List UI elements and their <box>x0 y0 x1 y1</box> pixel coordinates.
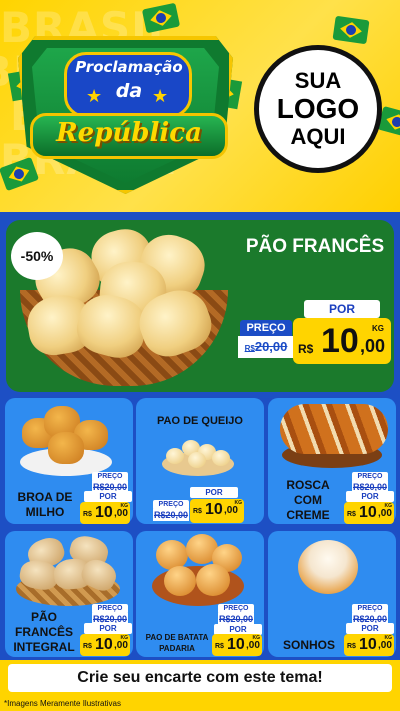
featured-product-name: PÃO FRANCÊS <box>245 236 385 257</box>
sonho-photo <box>298 540 358 594</box>
title-line-1: Proclamação <box>75 58 183 76</box>
por-label: POR <box>346 623 394 634</box>
star-icon: ★ <box>86 86 103 107</box>
price-integer: 10 <box>321 322 359 360</box>
product-name: PÃO FRANCÊS INTEGRAL <box>13 610 75 654</box>
price-tag: R$ 10,00 KG <box>212 634 262 656</box>
price-tag: R$ 10,00 KG <box>80 502 130 524</box>
title-line-2: da <box>115 80 143 102</box>
product-name: PAO DE BATATA PADARIA <box>145 633 209 653</box>
por-label: POR <box>84 491 132 502</box>
por-label: POR <box>304 300 380 318</box>
pao-de-batata-photo <box>150 534 246 604</box>
price-tag: R$ 10,00 KG <box>344 634 394 656</box>
rosca-photo <box>280 404 388 454</box>
price-unit: KG <box>372 324 384 333</box>
price-currency: R$ <box>298 342 314 356</box>
old-price: R$20,00 <box>238 336 294 358</box>
por-label: POR <box>346 491 394 502</box>
product-name: PAO DE QUEIJO <box>157 415 243 427</box>
product-name: ROSCA COM CREME <box>286 478 330 522</box>
logo-placeholder: SUA LOGO AQUI <box>254 45 382 173</box>
price-tag: R$ 10,00 KG <box>344 502 394 524</box>
broa-photo <box>22 404 110 466</box>
brazil-flag-icon <box>332 15 370 45</box>
por-label: POR <box>84 623 132 634</box>
price-tag: R$ 10,00 KG <box>80 634 130 656</box>
header-banner: BRASIL BRASIL BRASIL BRASIL Proclamação … <box>0 0 400 212</box>
title-line-3: República <box>56 118 202 148</box>
price-decimal: ,00 <box>360 336 386 356</box>
old-price: R$20,00 <box>153 509 189 521</box>
preco-label: PREÇO <box>240 320 292 336</box>
cta-banner[interactable]: Crie seu encarte com este tema! <box>8 664 392 692</box>
por-label: POR <box>190 487 238 498</box>
price-tag: R$ 10,00 KG <box>190 499 244 523</box>
product-name: SONHOS <box>282 638 335 652</box>
star-icon: ★ <box>152 86 169 107</box>
product-name: BROA DE MILHO <box>17 490 73 519</box>
discount-badge: -50% <box>11 232 63 280</box>
pao-de-queijo-photo <box>166 436 232 468</box>
pao-integral-photo <box>17 532 121 595</box>
disclaimer: *Imagens Meramente Ilustrativas <box>0 696 400 711</box>
